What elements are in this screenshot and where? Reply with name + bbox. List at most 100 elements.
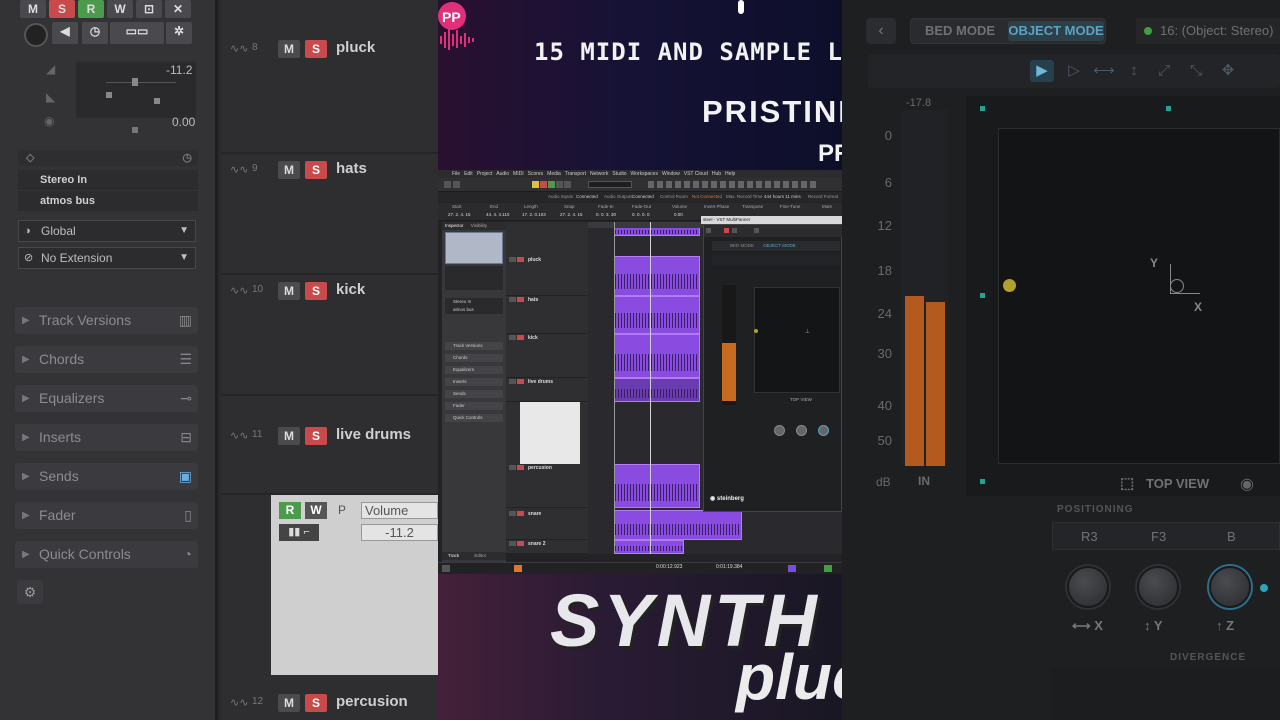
- audio-clip[interactable]: [614, 510, 742, 540]
- x-knob[interactable]: [1067, 566, 1109, 608]
- track-row[interactable]: ∿∿ 9 MS hats: [221, 157, 438, 275]
- panner-grid[interactable]: [998, 128, 1280, 464]
- extension-dropdown[interactable]: ⊘ No Extension ▼: [18, 247, 196, 269]
- menu-item[interactable]: Audio: [496, 171, 509, 177]
- read-button[interactable]: R: [78, 0, 104, 18]
- play-icon[interactable]: ▷: [1062, 60, 1086, 82]
- pan-handle[interactable]: [106, 92, 112, 98]
- section-chords[interactable]: ▶ Chords ☰: [15, 346, 198, 373]
- mini-section-chords[interactable]: Chords: [445, 354, 503, 362]
- menu-item[interactable]: Network: [590, 171, 608, 177]
- toolbar-s-button[interactable]: [540, 181, 547, 188]
- info-volume-value[interactable]: 0.00: [674, 212, 683, 217]
- automation-read-button[interactable]: R: [279, 502, 301, 519]
- pointer-icon[interactable]: ▶: [1030, 60, 1054, 82]
- close-button[interactable]: ✕: [165, 0, 191, 18]
- track-row[interactable]: ∿∿ 11 MS live drums: [221, 423, 438, 495]
- section-quick-controls[interactable]: ▶ Quick Controls ◔: [15, 541, 198, 568]
- mini-track-row[interactable]: live drums: [506, 378, 588, 402]
- menu-item[interactable]: Help: [725, 171, 735, 177]
- section-fader[interactable]: ▶ Fader ▯: [15, 502, 198, 529]
- toolbar-a-button[interactable]: [564, 181, 571, 188]
- menu-item[interactable]: MIDI: [513, 171, 524, 177]
- mini-z-knob[interactable]: [818, 425, 829, 436]
- section-sends[interactable]: ▶ Sends ▣: [15, 463, 198, 490]
- mini-output-routing[interactable]: atmos bus: [445, 306, 503, 314]
- arrows-horizontal-icon[interactable]: ⟷: [1092, 60, 1116, 82]
- mini-track-row[interactable]: pluck: [506, 256, 588, 296]
- visibility-tab[interactable]: Visibility: [471, 223, 487, 228]
- play-button[interactable]: [824, 565, 832, 572]
- mini-section-track-versions[interactable]: Track Versions: [445, 342, 503, 350]
- volume-fader-handle[interactable]: [132, 78, 138, 86]
- crossover-dropdown[interactable]: [588, 181, 632, 188]
- info-snap-value[interactable]: 27. 2. 4. 15: [560, 212, 583, 217]
- menu-item[interactable]: Hub: [712, 171, 721, 177]
- mini-track-row[interactable]: snare: [506, 510, 588, 540]
- mini-top-view[interactable]: TOP VIEW: [790, 397, 812, 402]
- mini-section-equalizers[interactable]: Equalizers: [445, 366, 503, 374]
- track-solo-button[interactable]: S: [305, 40, 327, 58]
- transport-icon[interactable]: [442, 565, 450, 572]
- section-track-versions[interactable]: ▶ Track Versions ▥: [15, 307, 198, 334]
- mini-track-row[interactable]: percusion: [506, 464, 588, 508]
- audio-clip[interactable]: [614, 296, 700, 334]
- mute-button[interactable]: M: [20, 0, 46, 18]
- position-r3[interactable]: R3: [1081, 529, 1098, 544]
- mini-section-quick-controls[interactable]: Quick Controls: [445, 414, 503, 422]
- info-end-value[interactable]: 44. 4. 4.110: [486, 212, 509, 217]
- automation-lane-icons[interactable]: ▮▮ ⌐: [279, 524, 319, 541]
- editor-tab[interactable]: Editor: [474, 553, 486, 558]
- mini-fader-area[interactable]: [445, 266, 503, 290]
- mini-bed-mode[interactable]: BED MODE: [730, 243, 754, 248]
- menu-item[interactable]: Edit: [464, 171, 473, 177]
- menu-item[interactable]: VST Cloud: [684, 171, 708, 177]
- info-length-value[interactable]: 17. 2. 0.103: [522, 212, 546, 217]
- diagonal-expand-icon[interactable]: ⤢: [1152, 60, 1176, 82]
- menu-item[interactable]: Media: [547, 171, 561, 177]
- automation-param-icon[interactable]: P: [333, 502, 351, 519]
- mini-x-knob[interactable]: [774, 425, 785, 436]
- toolbar-icon[interactable]: [453, 181, 460, 188]
- menu-item[interactable]: Window: [662, 171, 680, 177]
- monitor-icon[interactable]: ◀: [52, 22, 78, 44]
- menu-item[interactable]: Workspaces: [631, 171, 658, 177]
- track-mute-button[interactable]: M: [278, 427, 300, 445]
- toolbar-w-button[interactable]: [556, 181, 563, 188]
- arrows-vertical-icon[interactable]: ↕: [1122, 60, 1146, 82]
- bed-mode-button[interactable]: BED MODE: [914, 21, 1006, 41]
- track-mute-button[interactable]: M: [278, 694, 300, 712]
- solo-button[interactable]: S: [49, 0, 75, 18]
- track-row[interactable]: ∿∿ 10 MS kick: [221, 278, 438, 396]
- track-mute-button[interactable]: M: [278, 161, 300, 179]
- output-routing[interactable]: atmos bus: [18, 191, 198, 211]
- info-start-value[interactable]: 27. 2. 4. 15: [448, 212, 471, 217]
- transport-icon[interactable]: [514, 565, 522, 572]
- mini-section-inserts[interactable]: Inserts: [445, 378, 503, 386]
- input-routing[interactable]: Stereo In: [18, 170, 198, 190]
- track-solo-button[interactable]: S: [305, 282, 327, 300]
- object-position-dot[interactable]: [1003, 279, 1016, 292]
- diagonal-collapse-icon[interactable]: ⤡: [1184, 60, 1208, 82]
- channel-selector[interactable]: 16: (Object: Stereo): [1136, 18, 1280, 44]
- lanes-icon[interactable]: ▭▭: [110, 22, 164, 44]
- write-button[interactable]: W: [107, 0, 133, 18]
- track-tab[interactable]: Track: [448, 553, 459, 558]
- mini-track-row[interactable]: kick: [506, 334, 588, 378]
- info-fadeout-value[interactable]: 0. 0. 0. 0: [632, 212, 650, 217]
- eye-icon[interactable]: ◉: [1240, 474, 1254, 494]
- z-knob[interactable]: [1209, 566, 1251, 608]
- automation-param-field[interactable]: Volume: [361, 502, 438, 519]
- track-solo-button[interactable]: S: [305, 427, 327, 445]
- menu-item[interactable]: Project: [477, 171, 493, 177]
- mini-panner-grid[interactable]: ⊥: [754, 287, 840, 393]
- position-b[interactable]: B: [1227, 529, 1236, 544]
- object-mode-button[interactable]: OBJECT MODE: [1008, 21, 1104, 41]
- edit-button[interactable]: ⊡: [136, 0, 162, 18]
- toolbar-m-button[interactable]: [532, 181, 539, 188]
- audio-clip[interactable]: [614, 540, 684, 554]
- track-mute-button[interactable]: M: [278, 282, 300, 300]
- audio-clip[interactable]: [614, 334, 700, 378]
- mini-object-mode[interactable]: OBJECT MODE: [763, 243, 795, 248]
- cycle-button[interactable]: [788, 565, 796, 572]
